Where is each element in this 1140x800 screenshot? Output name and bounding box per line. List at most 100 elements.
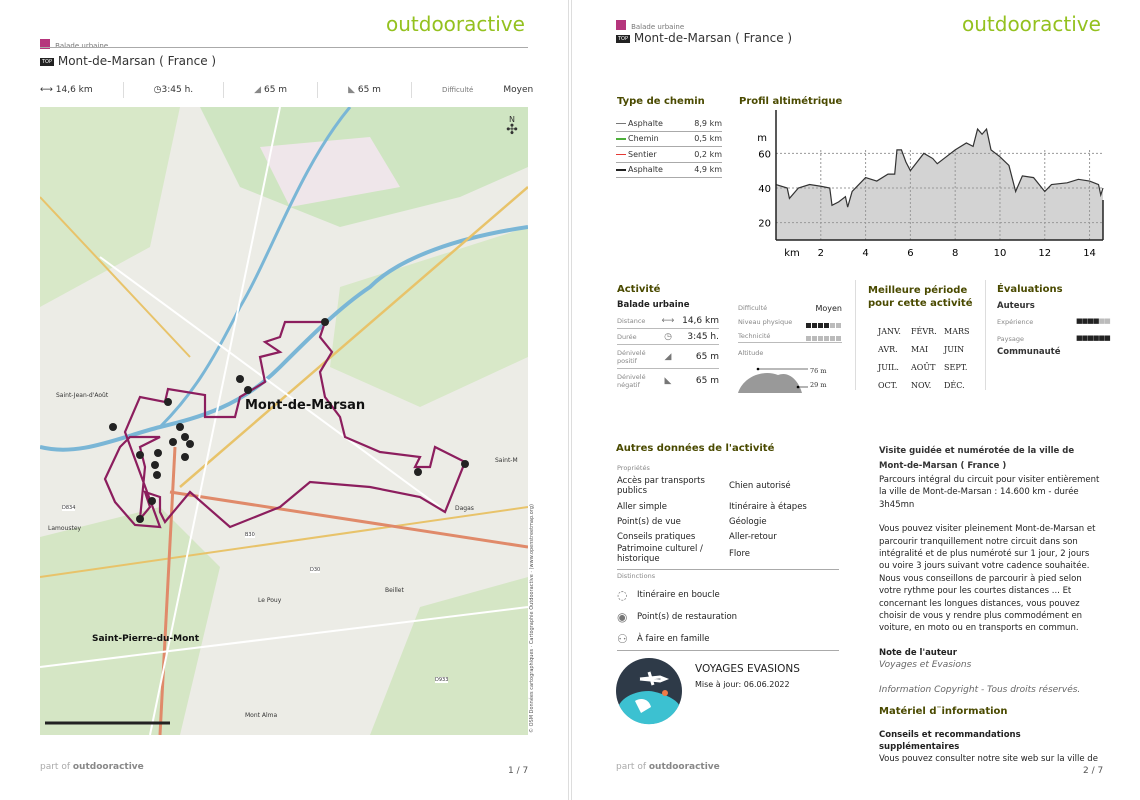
- footer-brand: outdooractive: [648, 762, 720, 772]
- x-tick-label: 10: [994, 248, 1007, 259]
- author-avatar: [616, 658, 682, 725]
- description: Visite guidée et numérotée de la ville d…: [879, 444, 1101, 766]
- elevation-profile-chart: 20 40 60 2 4 6 8 10 12 14 m km: [757, 110, 1104, 259]
- part-of: part of: [40, 762, 70, 772]
- experience-label: Expérience: [997, 318, 1034, 326]
- path-type-name: Asphalte: [628, 118, 663, 128]
- property-item: Géologie: [729, 516, 767, 527]
- path-type-name: Chemin: [628, 134, 659, 144]
- copyright-text: Information Copyright - Tous droits rése…: [879, 684, 1081, 695]
- page-divider: [568, 0, 572, 800]
- property-item: Flore: [729, 549, 750, 559]
- distinction-label: À faire en famille: [637, 634, 710, 644]
- path-type-value: 0,2 km: [694, 149, 722, 159]
- route-map[interactable]: Mont-de-Marsan Saint-Pierre-du-Mont Sain…: [40, 107, 528, 735]
- month-item: AOÛT: [911, 363, 936, 372]
- distinctions-list: ◌ Itinéraire en boucle ◉ Point(s) de restau…: [617, 584, 839, 650]
- footer-left: part of outdooractive: [616, 762, 720, 772]
- altitude-min: 29 m: [810, 381, 827, 389]
- path-type-value: 8,9 km: [694, 118, 722, 128]
- arrows-icon: ⟷: [40, 85, 53, 95]
- ratings-heading: Évaluations: [997, 284, 1063, 295]
- property-item: Itinéraire à étapes: [729, 501, 807, 512]
- map-label-place: Beillet: [385, 587, 404, 594]
- landscape-label: Paysage: [997, 335, 1024, 343]
- rule: [617, 650, 839, 651]
- descent-icon: ◣: [348, 85, 355, 95]
- property-row: Patrimoine culturel / historique Flore: [617, 544, 839, 564]
- brand-logo: outdooractive: [386, 12, 525, 36]
- title-text: Mont-de-Marsan ( France ): [633, 31, 793, 45]
- path-type-label: Chemin: [616, 134, 659, 143]
- path-type-swatch: [616, 138, 626, 140]
- difficulty-value: Moyen: [503, 85, 534, 95]
- property-item: Point(s) de vue: [617, 516, 681, 527]
- path-types-list: Asphalte 8,9 km Chemin 0,5 km Sentier 0,2 km A…: [616, 116, 722, 178]
- level-dot: [836, 336, 841, 341]
- property-item: Chien autorisé: [729, 481, 791, 491]
- property-row: Accès par transports publics Chien autori…: [617, 476, 839, 496]
- altitude-max: 76 m: [810, 367, 827, 375]
- road-label: B30: [245, 532, 255, 538]
- path-type-label: Sentier: [616, 150, 657, 159]
- category-label: Balade urbaine: [55, 42, 109, 50]
- difficulty-value: Moyen: [815, 303, 842, 313]
- clock-icon: ◷: [153, 85, 162, 95]
- stat-value: 3:45 h.: [687, 331, 719, 342]
- footer-left: part of outdooractive: [40, 762, 144, 772]
- property-item: Accès par transports publics: [617, 476, 705, 496]
- loop-icon: ◌: [617, 588, 628, 602]
- path-type-value: 0,5 km: [694, 134, 722, 144]
- altitude-label: Altitude: [738, 349, 764, 357]
- page-title: TOP Mont-de-Marsan ( France ): [616, 31, 792, 45]
- part-of: part of: [616, 762, 646, 772]
- map-label-town: Mont-de-Marsan: [245, 398, 366, 413]
- ratings-community: Communauté: [997, 347, 1061, 357]
- stat-value: 65 m: [695, 351, 719, 362]
- property-item: Conseils pratiques: [617, 531, 696, 542]
- stat-value: 65 m: [695, 376, 719, 386]
- distinction-item: ◌ Itinéraire en boucle: [617, 584, 839, 606]
- path-type-row: Sentier 0,2 km: [616, 147, 722, 163]
- path-type-label: Asphalte: [616, 119, 663, 128]
- activity-heading: Activité: [617, 284, 661, 295]
- activity-stat-row: Distance ⟷ 14,6 km: [617, 313, 719, 329]
- road-label: D933: [435, 677, 449, 683]
- path-type-name: Asphalte: [628, 165, 663, 175]
- activity-stat-row: Dénivelé négatif ◣ 65 m: [617, 369, 719, 393]
- top-badge: TOP: [40, 57, 55, 66]
- stat-label: Dénivelé positif: [617, 348, 646, 365]
- distinction-item: ◉ Point(s) de restauration: [617, 606, 839, 628]
- map-label-town2: Saint-Pierre-du-Mont: [92, 634, 200, 644]
- month-item: MARS: [944, 327, 970, 336]
- rating-dot: ■: [1104, 334, 1111, 342]
- y-axis-label: m: [757, 133, 767, 144]
- ascent-icon: ◢: [664, 351, 672, 362]
- distinction-label: Point(s) de restauration: [637, 612, 738, 622]
- description-p1: Parcours intégral du circuit pour visite…: [879, 475, 1100, 510]
- distance-value: 14,6 km: [55, 85, 93, 95]
- ascent-icon: ◢: [254, 85, 262, 95]
- x-tick-label: 4: [862, 248, 868, 259]
- arrows-icon: ⟷: [661, 315, 675, 326]
- category-icon: [616, 19, 626, 30]
- column-divider: [985, 280, 986, 390]
- duration-value: 3:45 h.: [161, 85, 194, 95]
- physical-label: Niveau physique: [738, 318, 793, 326]
- altitude-graphic: [738, 367, 808, 393]
- level-dot: [830, 336, 835, 341]
- activity-type: Balade urbaine: [617, 300, 690, 310]
- category-label: Balade urbaine: [631, 23, 685, 31]
- restaurant-icon: ◉: [617, 610, 628, 624]
- difficulty-label: Difficulté: [441, 86, 474, 94]
- month-item: JUIN: [944, 345, 965, 354]
- author-name: VOYAGES EVASIONS: [695, 663, 800, 675]
- rating-dot: ■: [1104, 317, 1111, 325]
- stat-label: Dénivelé négatif: [617, 373, 646, 389]
- note-heading: Note de l'auteur: [879, 647, 957, 658]
- north-arrow: N ✣: [506, 115, 518, 138]
- description-p2: Vous pouvez visiter pleinement Mont-de-M…: [879, 524, 1096, 634]
- distinctions-label: Distinctions: [617, 572, 656, 580]
- map-label-place: Le Pouy: [258, 597, 282, 604]
- path-type-row: Asphalte 4,9 km: [616, 163, 722, 178]
